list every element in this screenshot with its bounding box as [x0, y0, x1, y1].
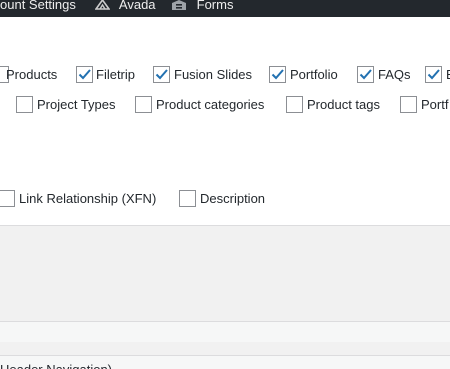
- checkmark-icon: [427, 69, 440, 80]
- avada-menu[interactable]: Avada: [94, 0, 156, 17]
- forms-icon: [171, 0, 187, 10]
- faqs-checkbox[interactable]: [357, 66, 374, 83]
- option-label: Filetrip: [96, 67, 136, 82]
- option-label: Portf: [421, 97, 449, 112]
- admin-bar-item-label: ount Settings: [0, 0, 76, 12]
- option-label: Product tags: [307, 97, 380, 112]
- account-settings-link[interactable]: ount Settings: [0, 0, 76, 17]
- portfolio-checkbox[interactable]: [269, 66, 286, 83]
- option-label: FAQs: [378, 67, 411, 82]
- description-checkbox[interactable]: [179, 190, 196, 207]
- screen-options-panel: Products Filetrip Fusion Slides Portfoli…: [0, 17, 450, 226]
- option-label: Fusion Slides: [174, 67, 253, 82]
- fusion-slides-checkbox[interactable]: [153, 66, 170, 83]
- forms-menu[interactable]: Forms: [171, 0, 233, 17]
- checkmark-icon: [271, 69, 284, 80]
- admin-bar-item-label: Forms: [196, 0, 234, 12]
- option-label: Description: [200, 191, 266, 206]
- menu-header-strip: [0, 322, 450, 342]
- link-relationship-checkbox[interactable]: [0, 190, 15, 207]
- menu-section-label: Header Navigation): [0, 361, 112, 369]
- checkmark-icon: [155, 69, 168, 80]
- product-categories-checkbox[interactable]: [135, 96, 152, 113]
- option-partial: [0, 96, 2, 113]
- option-label: Project Types: [37, 97, 116, 112]
- admin-bar: ount Settings Avada Forms: [0, 0, 450, 17]
- page-background: [0, 226, 450, 321]
- menu-section-header[interactable]: Header Navigation): [0, 356, 450, 369]
- project-types-checkbox[interactable]: [16, 96, 33, 113]
- filetrip-checkbox[interactable]: [76, 66, 93, 83]
- option-label: Product categories: [156, 97, 265, 112]
- admin-bar-item-label: Avada: [118, 0, 156, 12]
- e-checkbox[interactable]: [425, 66, 442, 83]
- checkmark-icon: [359, 69, 372, 80]
- avada-logo-icon: [94, 0, 111, 10]
- option-label: E: [446, 66, 450, 83]
- checkmark-icon: [78, 69, 91, 80]
- product-tags-checkbox[interactable]: [286, 96, 303, 113]
- option-label: Portfolio: [290, 67, 338, 82]
- portfolio-tax-checkbox[interactable]: [400, 96, 417, 113]
- option-label: Products: [6, 67, 58, 82]
- option-label: Link Relationship (XFN): [19, 191, 157, 206]
